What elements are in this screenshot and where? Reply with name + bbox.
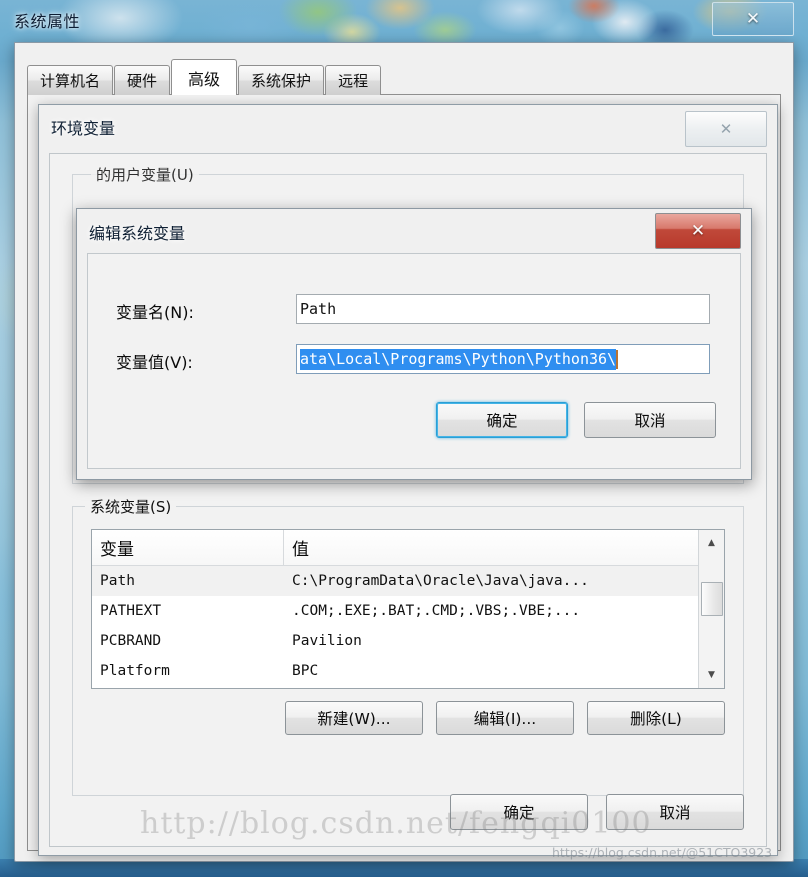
variable-name-input[interactable]: Path [296,294,710,324]
text-caret [616,349,619,369]
edit-dialog-content: 变量名(N): Path 变量值(V): ata\Local\Programs\… [87,253,741,469]
variable-value-cell: Pavilion [292,633,362,649]
table-row[interactable]: Path C:\ProgramData\Oracle\Java\java... [92,566,724,596]
variable-name-cell: Path [100,573,135,589]
tab-computer-name[interactable]: 计算机名 [27,65,114,95]
scroll-up-icon[interactable]: ▲ [699,530,725,556]
system-variables-groupbox: 系统变量(S) 变量 值 Path C:\ProgramData\Oracle\… [72,496,744,796]
variable-name-input-value: Path [300,300,337,318]
system-variables-header-row: 变量 值 [92,530,724,566]
variable-value-label: 变量值(V): [116,353,193,372]
variable-value-input[interactable]: ata\Local\Programs\Python\Python36\ [296,344,710,374]
new-variable-button[interactable]: 新建(W)... [285,701,423,735]
variable-name-label: 变量名(N): [116,303,194,322]
edit-system-variable-dialog: 编辑系统变量 ✕ 变量名(N): Path 变量值(V): ata\Local\… [76,208,752,480]
scrollbar-thumb[interactable] [701,582,723,616]
tab-hardware[interactable]: 硬件 [114,65,171,95]
tab-system-protection[interactable]: 系统保护 [238,65,325,95]
env-ok-button[interactable]: 确定 [450,794,588,830]
system-variables-scrollbar[interactable]: ▲ ▼ [698,530,724,688]
variable-name-cell: PCBRAND [100,633,162,649]
scroll-down-icon[interactable]: ▼ [699,662,725,688]
system-properties-title: 系统属性 [14,12,81,31]
edit-dialog-title: 编辑系统变量 [89,224,186,243]
variable-value-cell: C:\ProgramData\Oracle\Java\java... [292,573,589,589]
edit-dialog-close-button[interactable]: ✕ [655,213,741,249]
environment-variables-close-button[interactable]: ✕ [685,111,767,147]
column-header-value[interactable]: 值 [284,530,724,565]
variable-value-input-value: ata\Local\Programs\Python\Python36\ [300,348,617,370]
system-properties-tabstrip: 计算机名 硬件 高级 系统保护 远程 [27,59,382,95]
edit-dialog-button-row: 确定 取消 [436,402,716,438]
variable-value-cell: .COM;.EXE;.BAT;.CMD;.VBS;.VBE;... [292,603,581,619]
edit-dialog-titlebar: 编辑系统变量 ✕ [77,209,751,253]
tab-advanced[interactable]: 高级 [171,59,238,95]
tab-remote[interactable]: 远程 [325,65,382,95]
edit-ok-button[interactable]: 确定 [436,402,568,438]
user-variables-legend: 的用户变量(U) [91,164,199,185]
close-icon: ✕ [719,120,733,138]
system-variables-legend: 系统变量(S) [85,496,177,517]
environment-variables-dialog-buttons: 确定 取消 [450,794,744,830]
close-icon: ✕ [690,221,706,241]
edit-cancel-button[interactable]: 取消 [584,402,716,438]
table-row[interactable]: Platform BPC [92,656,724,686]
system-properties-close-button[interactable]: ✕ [712,2,794,36]
column-header-variable[interactable]: 变量 [92,530,284,565]
env-cancel-button[interactable]: 取消 [606,794,744,830]
table-row[interactable]: PATHEXT .COM;.EXE;.BAT;.CMD;.VBS;.VBE;..… [92,596,724,626]
environment-variables-title: 环境变量 [51,119,116,138]
edit-variable-button[interactable]: 编辑(I)... [436,701,574,735]
variable-name-cell: Platform [100,663,170,679]
scrollbar-track[interactable] [699,556,724,662]
system-variables-button-row: 新建(W)... 编辑(I)... 删除(L) [285,701,725,735]
variable-value-cell: BPC [292,663,319,679]
delete-variable-button[interactable]: 删除(L) [587,701,725,735]
close-icon: ✕ [745,9,761,29]
system-variables-listbox[interactable]: 变量 值 Path C:\ProgramData\Oracle\Java\jav… [91,529,725,689]
variable-name-cell: PATHEXT [100,603,162,619]
table-row[interactable]: PCBRAND Pavilion [92,626,724,656]
